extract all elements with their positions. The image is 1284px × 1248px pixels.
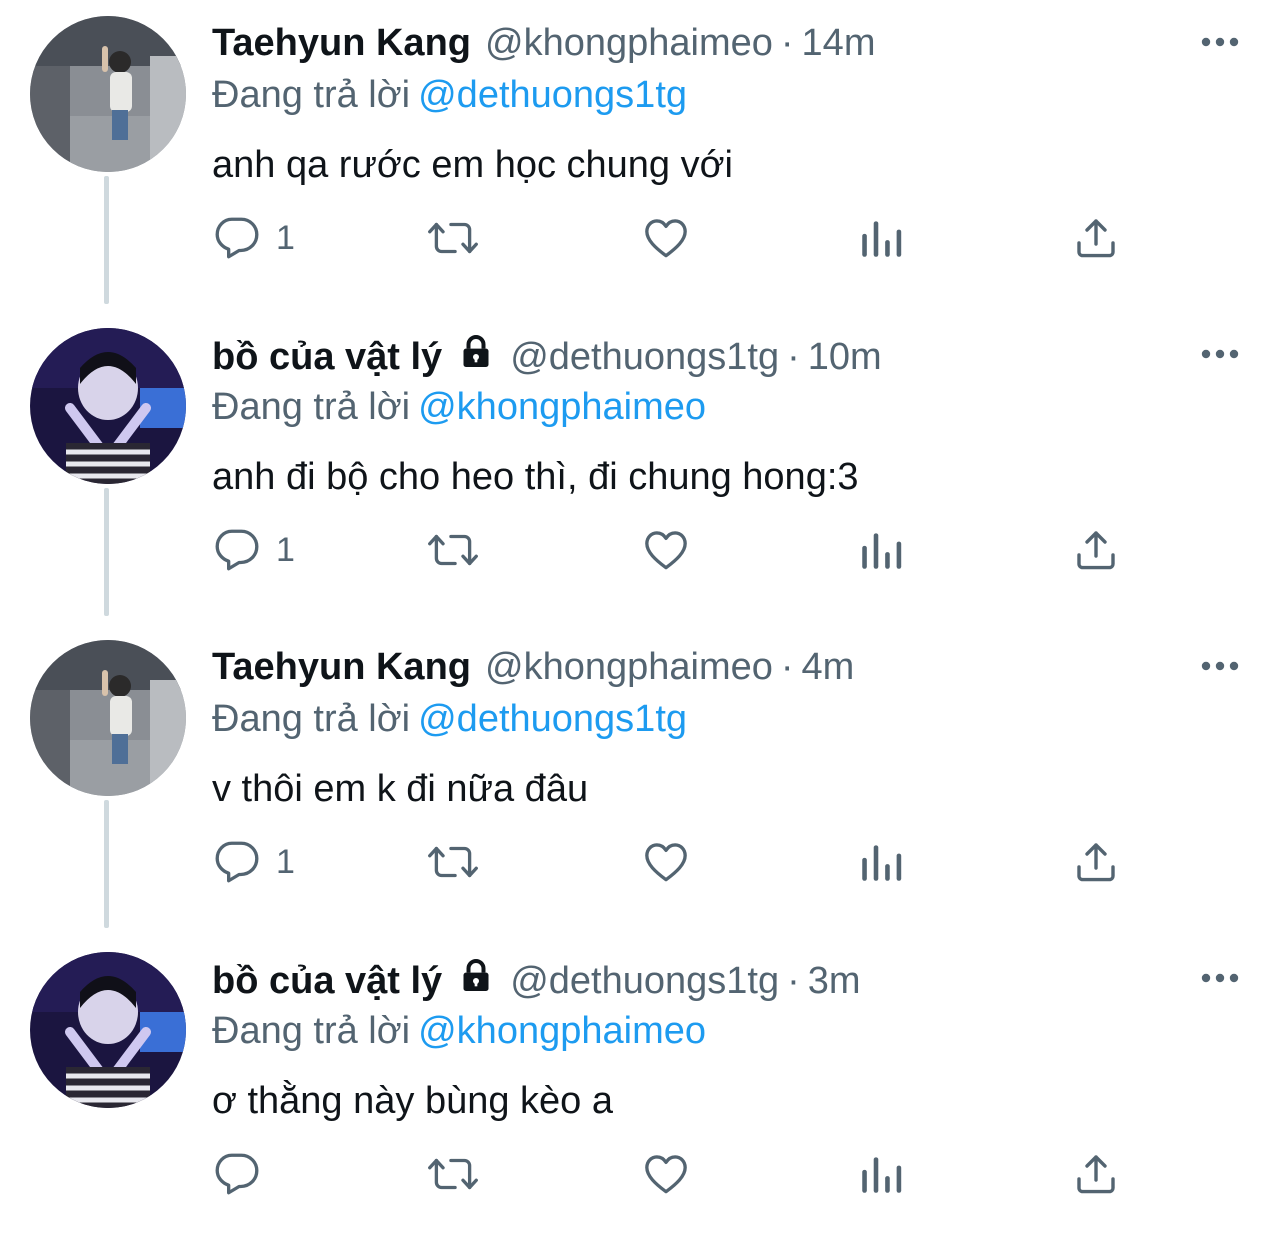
heart-icon xyxy=(640,1149,692,1199)
handle[interactable]: @khongphaimeo xyxy=(485,646,773,688)
reply-prefix: Đang trả lời xyxy=(212,74,411,116)
like-button[interactable] xyxy=(640,1144,692,1204)
bar-chart-icon xyxy=(858,837,904,887)
retweet-icon xyxy=(426,1149,480,1199)
like-button[interactable] xyxy=(640,520,692,580)
mention-link[interactable]: @khongphaimeo xyxy=(418,386,706,428)
like-button[interactable] xyxy=(640,832,692,892)
heart-icon xyxy=(640,525,692,575)
share-button[interactable] xyxy=(1072,520,1120,580)
share-icon xyxy=(1072,837,1120,887)
separator: · xyxy=(780,22,794,64)
tweet[interactable]: Taehyun Kang @khongphaimeo · 14m Đang trả l… xyxy=(0,0,1284,312)
action-bar: 1 xyxy=(0,520,1284,580)
retweet-button[interactable] xyxy=(426,208,480,268)
timestamp[interactable]: 14m xyxy=(802,22,876,64)
retweet-button[interactable] xyxy=(426,832,480,892)
tweet-header: Taehyun Kang @khongphaimeo · 14m xyxy=(212,20,875,66)
reply-prefix: Đang trả lời xyxy=(212,698,411,740)
avatar[interactable] xyxy=(30,16,186,172)
avatar[interactable] xyxy=(30,952,186,1108)
bar-chart-icon xyxy=(858,525,904,575)
tweet[interactable]: Taehyun Kang @khongphaimeo · 4m Đang trả lờ… xyxy=(0,624,1284,936)
reply-bubble-icon xyxy=(212,837,262,887)
reply-button[interactable] xyxy=(212,1144,276,1204)
retweet-icon xyxy=(426,525,480,575)
separator: · xyxy=(787,960,800,1002)
avatar[interactable] xyxy=(30,328,186,484)
share-button[interactable] xyxy=(1072,208,1120,268)
lock-icon xyxy=(456,956,496,1007)
reply-context: Đang trả lời @khongphaimeo xyxy=(212,384,706,430)
views-button[interactable] xyxy=(858,208,904,268)
handle[interactable]: @dethuongs1tg xyxy=(510,336,779,378)
views-button[interactable] xyxy=(858,520,904,580)
reply-button[interactable]: 1 xyxy=(212,520,295,580)
action-bar xyxy=(0,1144,1284,1204)
share-icon xyxy=(1072,1149,1120,1199)
bar-chart-icon xyxy=(858,213,904,263)
display-name[interactable]: bồ của vật lý xyxy=(212,336,442,378)
timestamp[interactable]: 10m xyxy=(808,336,882,378)
mention-link[interactable]: @khongphaimeo xyxy=(418,1010,706,1052)
mention-link[interactable]: @dethuongs1tg xyxy=(418,698,687,740)
heart-icon xyxy=(640,213,692,263)
share-icon xyxy=(1072,525,1120,575)
views-button[interactable] xyxy=(858,832,904,892)
action-bar: 1 xyxy=(0,832,1284,892)
tweet-header: bồ của vật lý @dethuongs1tg · 10m xyxy=(212,332,882,383)
tweet-text: anh đi bộ cho heo thì, đi chung hong:3 xyxy=(212,456,859,498)
reply-button[interactable]: 1 xyxy=(212,208,295,268)
retweet-button[interactable] xyxy=(426,520,480,580)
separator: · xyxy=(780,646,794,688)
reply-context: Đang trả lời @dethuongs1tg xyxy=(212,696,687,742)
separator: · xyxy=(787,336,800,378)
tweet-text: v thôi em k đi nữa đâu xyxy=(212,768,589,810)
reply-count: 1 xyxy=(276,218,295,257)
handle[interactable]: @khongphaimeo xyxy=(485,22,773,64)
timestamp[interactable]: 3m xyxy=(808,960,861,1002)
reply-context: Đang trả lời @dethuongs1tg xyxy=(212,72,687,118)
handle[interactable]: @dethuongs1tg xyxy=(510,960,779,1002)
reply-button[interactable]: 1 xyxy=(212,832,295,892)
tweet-header: Taehyun Kang @khongphaimeo · 4m xyxy=(212,644,854,690)
reply-bubble-icon xyxy=(212,213,262,263)
more-dots-icon[interactable] xyxy=(1198,32,1242,52)
bar-chart-icon xyxy=(858,1149,904,1199)
reply-count: 1 xyxy=(276,530,295,569)
like-button[interactable] xyxy=(640,208,692,268)
reply-context: Đang trả lời @khongphaimeo xyxy=(212,1008,706,1054)
share-button[interactable] xyxy=(1072,1144,1120,1204)
display-name[interactable]: Taehyun Kang xyxy=(212,646,471,688)
display-name[interactable]: bồ của vật lý xyxy=(212,960,442,1002)
tweet-header: bồ của vật lý @dethuongs1tg · 3m xyxy=(212,956,861,1007)
timestamp[interactable]: 4m xyxy=(802,646,855,688)
views-button[interactable] xyxy=(858,1144,904,1204)
reply-prefix: Đang trả lời xyxy=(212,386,411,428)
share-button[interactable] xyxy=(1072,832,1120,892)
share-icon xyxy=(1072,213,1120,263)
tweet[interactable]: bồ của vật lý @dethuongs1tg · 10m Đang trả … xyxy=(0,312,1284,624)
reply-prefix: Đang trả lời xyxy=(212,1010,411,1052)
more-dots-icon[interactable] xyxy=(1198,344,1242,364)
tweet-text: ơ thằng này bùng kèo a xyxy=(212,1080,614,1122)
heart-icon xyxy=(640,837,692,887)
reply-bubble-icon xyxy=(212,525,262,575)
more-dots-icon[interactable] xyxy=(1198,968,1242,988)
avatar[interactable] xyxy=(30,640,186,796)
reply-bubble-icon xyxy=(212,1149,262,1199)
display-name[interactable]: Taehyun Kang xyxy=(212,22,471,64)
reply-count: 1 xyxy=(276,842,295,881)
more-dots-icon[interactable] xyxy=(1198,656,1242,676)
action-bar: 1 xyxy=(0,208,1284,268)
retweet-icon xyxy=(426,213,480,263)
mention-link[interactable]: @dethuongs1tg xyxy=(418,74,687,116)
retweet-button[interactable] xyxy=(426,1144,480,1204)
retweet-icon xyxy=(426,837,480,887)
lock-icon xyxy=(456,332,496,383)
tweet[interactable]: bồ của vật lý @dethuongs1tg · 3m Đang trả l… xyxy=(0,936,1284,1248)
tweet-text: anh qa rước em học chung với xyxy=(212,144,733,186)
